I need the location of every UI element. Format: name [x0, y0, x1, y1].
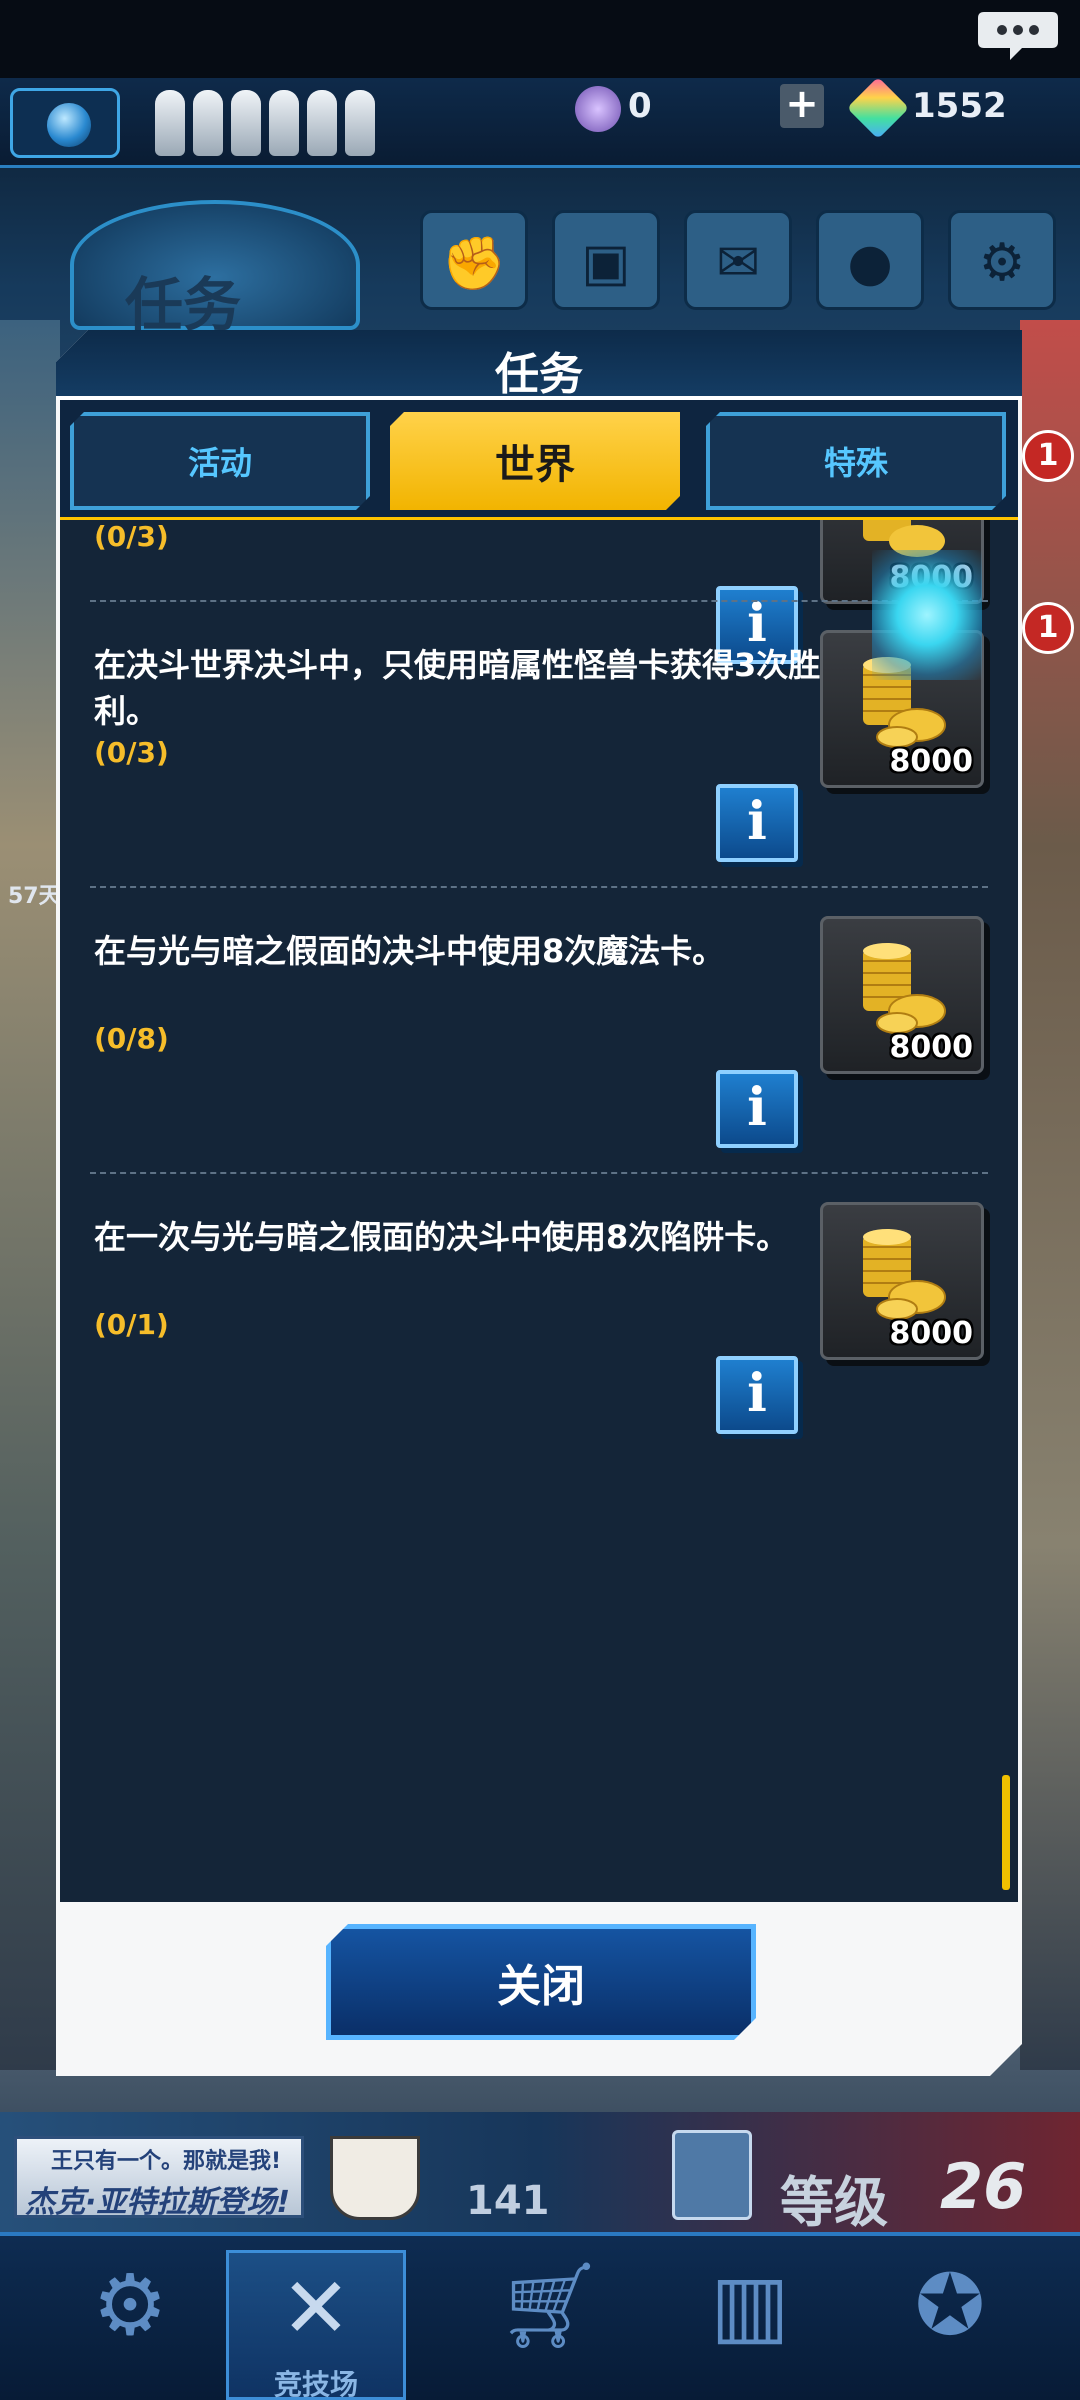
mission-list[interactable]: (0/3) 8000 i 在决斗世界决斗中，只使用暗属性怪兽卡获得3次胜利。 (… [60, 520, 1018, 1902]
mission-progress: (0/3) [94, 520, 169, 553]
gem-icon [846, 76, 910, 140]
settings-icon[interactable]: ⚙ [948, 210, 1056, 310]
banner-line-1: 王只有一个。那就是我! [51, 2149, 282, 2174]
reward-amount: 8000 [889, 744, 973, 779]
gloves-icon[interactable]: ✊ [420, 210, 528, 310]
shop-cart-icon: 🛒︎ [496, 2256, 604, 2354]
reward-amount: 8000 [889, 1316, 973, 1351]
mission-progress: (0/3) [94, 736, 169, 769]
add-gems-button[interactable]: + [780, 84, 824, 128]
nav-shop[interactable]: 🛒︎ [460, 2250, 640, 2400]
mission-info-button[interactable]: i [716, 784, 798, 862]
mission-item: 在与光与暗之假面的决斗中使用8次魔法卡。 (0/8) 8000 i [60, 888, 1018, 1174]
banner-line-2: 杰克·亚特拉斯登场! [25, 2185, 291, 2220]
world-button[interactable] [10, 88, 120, 158]
nav-arena-label: 竞技场 [273, 2368, 358, 2400]
top-bar: 0 + 1552 [0, 76, 1080, 168]
life-points-icons [155, 90, 375, 160]
nav-card-trader[interactable]: ⚙ [40, 2250, 220, 2400]
gold-coins-icon [853, 1225, 949, 1321]
bottom-nav: ⚙ ✕ 竞技场 🛒︎ ▥ ✪ [0, 2232, 1080, 2400]
background-days-label: 57天 [8, 884, 61, 909]
reward-box: 8000 [820, 916, 984, 1074]
duelist-point-icon [575, 86, 621, 132]
profile-icon[interactable]: ● [816, 210, 924, 310]
screen: 0 + 1552 任务 ✊ ▣ ✉ ● ⚙ 1 1 57天 任务 活动 世界 特… [0, 0, 1080, 2400]
background-screen-title: 任务 [125, 271, 242, 339]
duelist-emblem-icon: ✪ [914, 2256, 986, 2354]
mission-info-button[interactable]: i [716, 1356, 798, 1434]
chat-icon[interactable] [976, 8, 1060, 62]
close-button[interactable]: 关闭 [326, 1924, 756, 2040]
notification-badge: 1 [1022, 602, 1074, 654]
crossed-swords-icon: ✕ [280, 2259, 352, 2357]
status-strip [0, 0, 1080, 80]
tab-bar: 活动 世界 特殊 [60, 400, 1018, 520]
card-trader-icon: ⚙ [92, 2256, 168, 2354]
mission-description: 在一次与光与暗之假面的决斗中使用8次陷阱卡。 [94, 1218, 789, 1256]
reward-amount: 8000 [889, 1030, 973, 1065]
news-banner[interactable]: 王只有一个。那就是我! 杰克·亚特拉斯登场! [14, 2136, 304, 2220]
duel-disk-icon[interactable]: ▣ [552, 210, 660, 310]
tab-event[interactable]: 活动 [70, 412, 370, 510]
mail-icon[interactable]: ✉ [684, 210, 792, 310]
nav-deck[interactable]: ▥ [660, 2250, 840, 2400]
tab-world[interactable]: 世界 [390, 412, 680, 510]
sparkle-effect [872, 550, 982, 680]
gem-count: 1552 [912, 86, 1007, 126]
tab-special[interactable]: 特殊 [706, 412, 1006, 510]
background-right-scenery [1020, 320, 1080, 2070]
gate-count: 141 [466, 2178, 550, 2224]
nav-arena[interactable]: ✕ 竞技场 [226, 2250, 406, 2400]
level-label: 等级 [780, 2171, 888, 2234]
mission-info-button[interactable]: i [716, 1070, 798, 1148]
reward-box: 8000 [820, 1202, 984, 1360]
scrollbar-thumb[interactable] [1002, 1775, 1010, 1890]
level-value: 26 [940, 2150, 1027, 2223]
coffee-cup-icon[interactable] [330, 2136, 420, 2220]
nav-duelist[interactable]: ✪ [860, 2250, 1040, 2400]
background-left-scenery [0, 320, 60, 2070]
cards-icon: ▥ [710, 2256, 790, 2354]
mission-progress: (0/8) [94, 1022, 169, 1055]
modal-header: 任务 [56, 330, 1022, 400]
globe-icon [47, 103, 91, 147]
deck-icon[interactable] [672, 2130, 752, 2220]
duelist-point-count: 0 [628, 86, 652, 126]
mission-description: 在与光与暗之假面的决斗中使用8次魔法卡。 [94, 932, 725, 970]
mission-progress: (0/1) [94, 1308, 169, 1341]
gold-coins-icon [853, 939, 949, 1035]
notification-badge: 1 [1022, 430, 1074, 482]
mission-description: 在决斗世界决斗中，只使用暗属性怪兽卡获得3次胜利。 [94, 646, 821, 730]
modal-title: 任务 [495, 349, 583, 400]
mission-item: 在一次与光与暗之假面的决斗中使用8次陷阱卡。 (0/1) 8000 i [60, 1174, 1018, 1460]
background-menu-icons: ✊ ▣ ✉ ● ⚙ [420, 210, 1056, 310]
